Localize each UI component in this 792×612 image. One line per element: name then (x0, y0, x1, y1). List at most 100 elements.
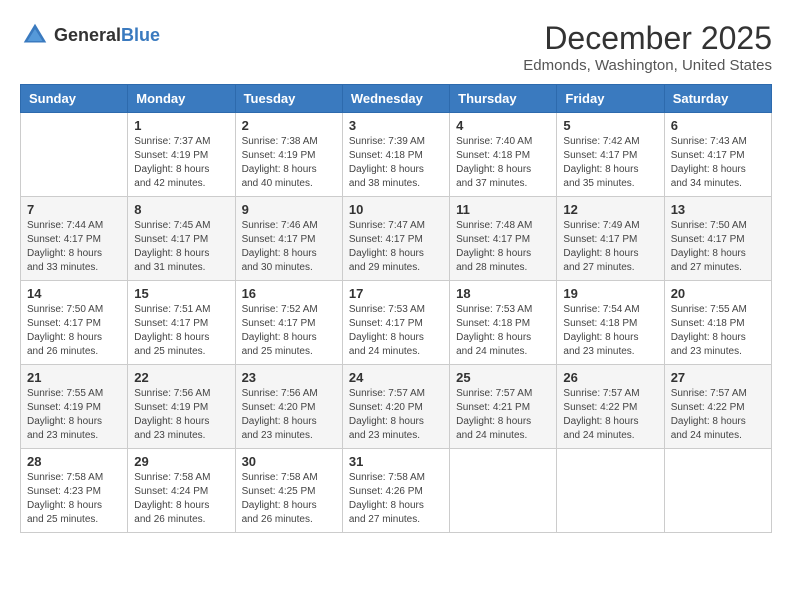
day-info: Sunrise: 7:39 AM Sunset: 4:18 PM Dayligh… (349, 135, 443, 191)
day-info: Sunrise: 7:56 AM Sunset: 4:19 PM Dayligh… (134, 387, 228, 443)
calendar-cell: 23 Sunrise: 7:56 AM Sunset: 4:20 PM Dayli… (235, 365, 342, 449)
calendar-cell: 11Sunrise: 7:48 AM Sunset: 4:17 PM Dayli… (450, 197, 557, 281)
weekday-header-cell: Friday (557, 85, 664, 113)
day-number: 14 (27, 286, 121, 301)
calendar-cell: 9 Sunrise: 7:46 AM Sunset: 4:17 PM Daylig… (235, 197, 342, 281)
day-info: Sunrise: 7:49 AM Sunset: 4:17 PM Dayligh… (563, 219, 657, 275)
location-title: Edmonds, Washington, United States (523, 57, 772, 74)
calendar-week-row: 14 Sunrise: 7:50 AM Sunset: 4:17 PM Dayli… (21, 281, 772, 365)
day-number: 29 (134, 454, 228, 469)
day-number: 18 (456, 286, 550, 301)
logo: GeneralBlue (20, 20, 160, 50)
day-info: Sunrise: 7:55 AM Sunset: 4:18 PM Dayligh… (671, 303, 765, 359)
day-info: Sunrise: 7:38 AM Sunset: 4:19 PM Dayligh… (242, 135, 336, 191)
day-info: Sunrise: 7:43 AM Sunset: 4:17 PM Dayligh… (671, 135, 765, 191)
day-info: Sunrise: 7:50 AM Sunset: 4:17 PM Dayligh… (27, 303, 121, 359)
logo-general-text: General (54, 25, 121, 45)
day-number: 19 (563, 286, 657, 301)
day-info: Sunrise: 7:52 AM Sunset: 4:17 PM Dayligh… (242, 303, 336, 359)
day-number: 4 (456, 118, 550, 133)
calendar-cell: 20 Sunrise: 7:55 AM Sunset: 4:18 PM Dayli… (664, 281, 771, 365)
calendar-cell: 16 Sunrise: 7:52 AM Sunset: 4:17 PM Dayli… (235, 281, 342, 365)
title-block: December 2025 Edmonds, Washington, Unite… (523, 20, 772, 74)
day-number: 22 (134, 370, 228, 385)
calendar-week-row: 28 Sunrise: 7:58 AM Sunset: 4:23 PM Dayli… (21, 449, 772, 533)
calendar-body: 1Sunrise: 7:37 AM Sunset: 4:19 PM Daylig… (21, 113, 772, 533)
day-info: Sunrise: 7:57 AM Sunset: 4:22 PM Dayligh… (563, 387, 657, 443)
calendar-cell (450, 449, 557, 533)
day-number: 10 (349, 202, 443, 217)
calendar-cell: 3 Sunrise: 7:39 AM Sunset: 4:18 PM Daylig… (342, 113, 449, 197)
day-info: Sunrise: 7:53 AM Sunset: 4:18 PM Dayligh… (456, 303, 550, 359)
calendar-cell: 7Sunrise: 7:44 AM Sunset: 4:17 PM Daylig… (21, 197, 128, 281)
day-number: 21 (27, 370, 121, 385)
calendar-cell: 6 Sunrise: 7:43 AM Sunset: 4:17 PM Daylig… (664, 113, 771, 197)
calendar-cell: 25 Sunrise: 7:57 AM Sunset: 4:21 PM Dayli… (450, 365, 557, 449)
calendar-week-row: 7Sunrise: 7:44 AM Sunset: 4:17 PM Daylig… (21, 197, 772, 281)
weekday-header-cell: Monday (128, 85, 235, 113)
calendar-cell: 4 Sunrise: 7:40 AM Sunset: 4:18 PM Daylig… (450, 113, 557, 197)
page-header: GeneralBlue December 2025 Edmonds, Washi… (20, 20, 772, 74)
calendar-cell: 21Sunrise: 7:55 AM Sunset: 4:19 PM Dayli… (21, 365, 128, 449)
day-info: Sunrise: 7:58 AM Sunset: 4:23 PM Dayligh… (27, 471, 121, 527)
day-number: 25 (456, 370, 550, 385)
month-title: December 2025 (523, 20, 772, 57)
day-number: 27 (671, 370, 765, 385)
day-number: 11 (456, 202, 550, 217)
day-number: 16 (242, 286, 336, 301)
weekday-header-cell: Tuesday (235, 85, 342, 113)
day-info: Sunrise: 7:57 AM Sunset: 4:21 PM Dayligh… (456, 387, 550, 443)
weekday-header-cell: Sunday (21, 85, 128, 113)
day-info: Sunrise: 7:57 AM Sunset: 4:20 PM Dayligh… (349, 387, 443, 443)
calendar-cell: 22 Sunrise: 7:56 AM Sunset: 4:19 PM Dayli… (128, 365, 235, 449)
calendar-cell: 14 Sunrise: 7:50 AM Sunset: 4:17 PM Dayli… (21, 281, 128, 365)
calendar-week-row: 21Sunrise: 7:55 AM Sunset: 4:19 PM Dayli… (21, 365, 772, 449)
day-info: Sunrise: 7:47 AM Sunset: 4:17 PM Dayligh… (349, 219, 443, 275)
calendar-cell: 30Sunrise: 7:58 AM Sunset: 4:25 PM Dayli… (235, 449, 342, 533)
calendar-cell: 10 Sunrise: 7:47 AM Sunset: 4:17 PM Dayli… (342, 197, 449, 281)
calendar-cell: 29 Sunrise: 7:58 AM Sunset: 4:24 PM Dayli… (128, 449, 235, 533)
day-number: 17 (349, 286, 443, 301)
calendar-cell: 1Sunrise: 7:37 AM Sunset: 4:19 PM Daylig… (128, 113, 235, 197)
calendar-cell (664, 449, 771, 533)
day-info: Sunrise: 7:50 AM Sunset: 4:17 PM Dayligh… (671, 219, 765, 275)
day-info: Sunrise: 7:37 AM Sunset: 4:19 PM Dayligh… (134, 135, 228, 191)
logo-icon (20, 20, 50, 50)
calendar-cell: 19Sunrise: 7:54 AM Sunset: 4:18 PM Dayli… (557, 281, 664, 365)
day-number: 9 (242, 202, 336, 217)
day-number: 6 (671, 118, 765, 133)
calendar-cell: 13Sunrise: 7:50 AM Sunset: 4:17 PM Dayli… (664, 197, 771, 281)
day-number: 28 (27, 454, 121, 469)
calendar-cell: 28 Sunrise: 7:58 AM Sunset: 4:23 PM Dayli… (21, 449, 128, 533)
calendar-cell: 17Sunrise: 7:53 AM Sunset: 4:17 PM Dayli… (342, 281, 449, 365)
day-info: Sunrise: 7:40 AM Sunset: 4:18 PM Dayligh… (456, 135, 550, 191)
day-number: 23 (242, 370, 336, 385)
day-info: Sunrise: 7:58 AM Sunset: 4:24 PM Dayligh… (134, 471, 228, 527)
day-info: Sunrise: 7:42 AM Sunset: 4:17 PM Dayligh… (563, 135, 657, 191)
calendar-week-row: 1Sunrise: 7:37 AM Sunset: 4:19 PM Daylig… (21, 113, 772, 197)
calendar-cell (557, 449, 664, 533)
calendar-cell: 18 Sunrise: 7:53 AM Sunset: 4:18 PM Dayli… (450, 281, 557, 365)
calendar-cell: 24Sunrise: 7:57 AM Sunset: 4:20 PM Dayli… (342, 365, 449, 449)
day-number: 31 (349, 454, 443, 469)
day-info: Sunrise: 7:51 AM Sunset: 4:17 PM Dayligh… (134, 303, 228, 359)
day-number: 7 (27, 202, 121, 217)
calendar-cell: 12 Sunrise: 7:49 AM Sunset: 4:17 PM Dayli… (557, 197, 664, 281)
day-number: 3 (349, 118, 443, 133)
day-number: 5 (563, 118, 657, 133)
day-number: 8 (134, 202, 228, 217)
day-number: 2 (242, 118, 336, 133)
day-number: 12 (563, 202, 657, 217)
calendar-cell: 27Sunrise: 7:57 AM Sunset: 4:22 PM Dayli… (664, 365, 771, 449)
calendar-cell: 26 Sunrise: 7:57 AM Sunset: 4:22 PM Dayli… (557, 365, 664, 449)
day-info: Sunrise: 7:46 AM Sunset: 4:17 PM Dayligh… (242, 219, 336, 275)
weekday-header-cell: Thursday (450, 85, 557, 113)
day-number: 26 (563, 370, 657, 385)
day-number: 20 (671, 286, 765, 301)
day-info: Sunrise: 7:56 AM Sunset: 4:20 PM Dayligh… (242, 387, 336, 443)
weekday-header-cell: Wednesday (342, 85, 449, 113)
calendar-table: SundayMondayTuesdayWednesdayThursdayFrid… (20, 84, 772, 533)
weekday-header-row: SundayMondayTuesdayWednesdayThursdayFrid… (21, 85, 772, 113)
day-number: 15 (134, 286, 228, 301)
calendar-cell: 15 Sunrise: 7:51 AM Sunset: 4:17 PM Dayli… (128, 281, 235, 365)
